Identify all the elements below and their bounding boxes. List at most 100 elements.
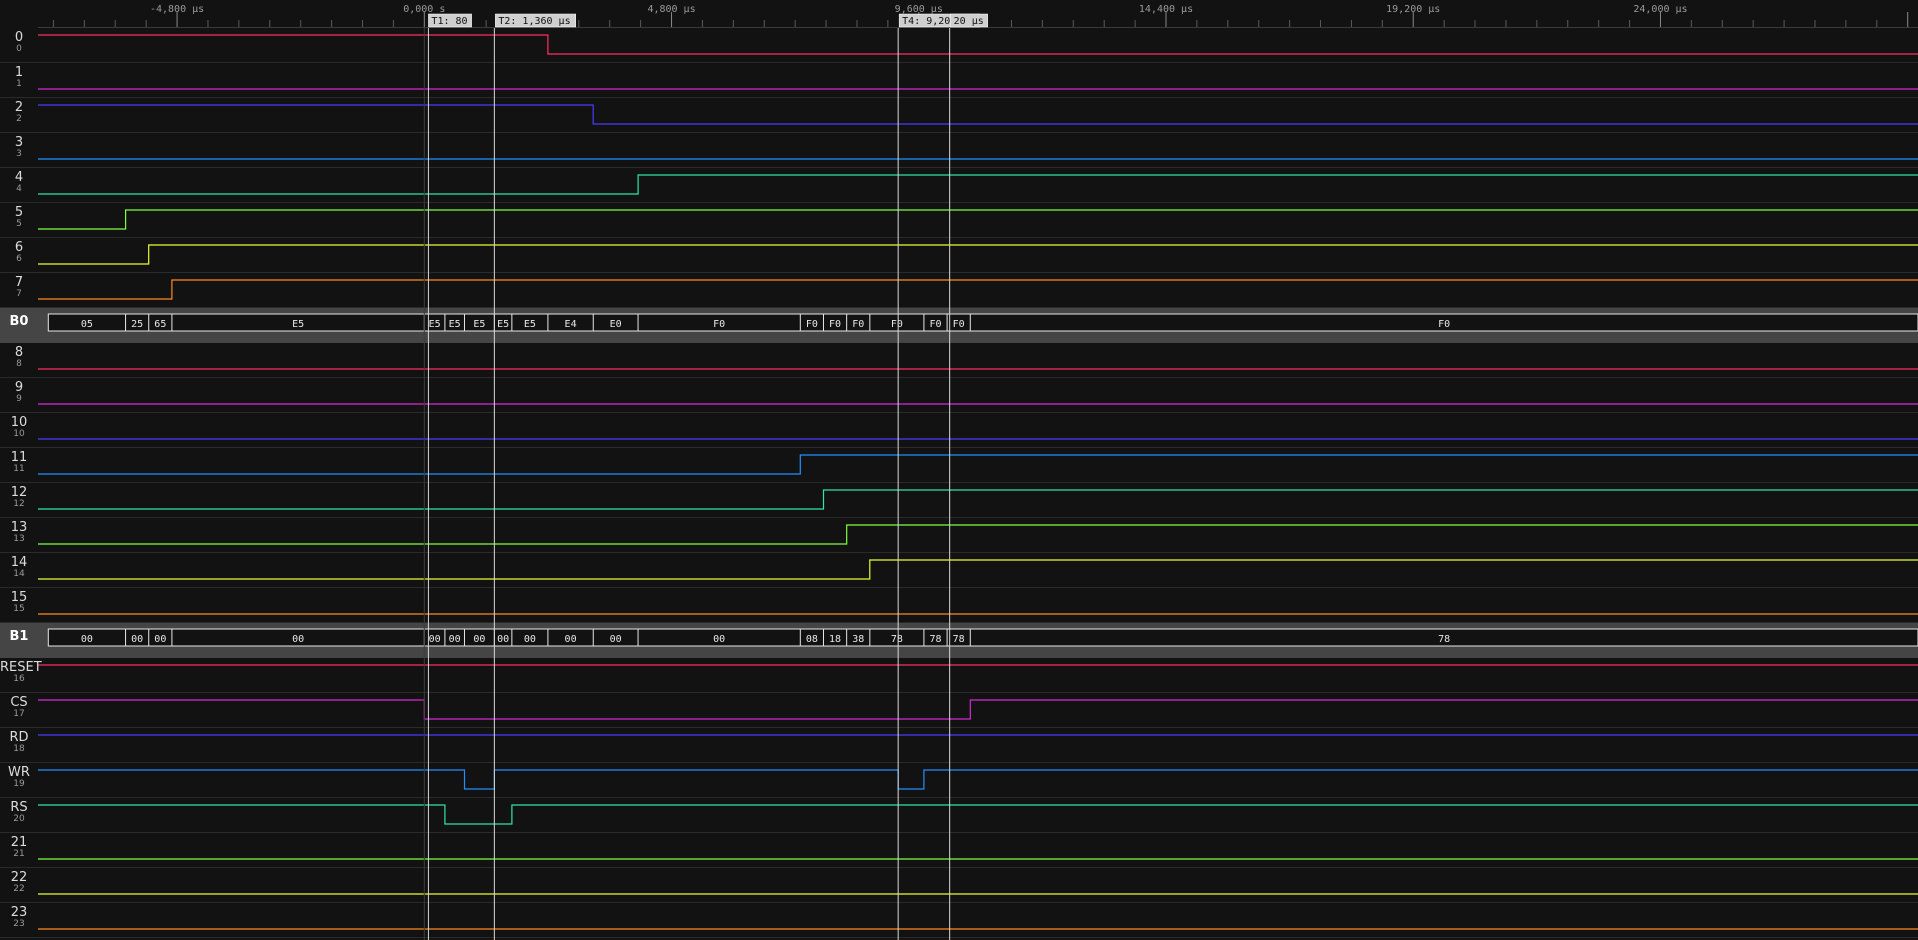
bus-value[interactable]: F0: [891, 319, 903, 330]
bus-value[interactable]: 00: [449, 634, 461, 645]
channel-label-9[interactable]: 99: [0, 381, 38, 404]
channel-label-rs[interactable]: RS 20: [0, 801, 38, 824]
bus-value[interactable]: 78: [929, 634, 941, 645]
channel-label-8[interactable]: 88: [0, 346, 38, 369]
channel-name: 21: [10, 835, 28, 850]
channel-index: 12: [13, 499, 25, 509]
channel-label-13[interactable]: 13 13: [0, 521, 38, 544]
channel-name: 1: [14, 65, 24, 80]
bus-value[interactable]: 00: [154, 634, 166, 645]
bus-value[interactable]: E5: [292, 319, 304, 330]
bus-value[interactable]: 00: [81, 634, 93, 645]
bus-value[interactable]: E5: [473, 319, 485, 330]
channel-index: 22: [13, 884, 25, 894]
bus-value[interactable]: F0: [929, 319, 941, 330]
channel-name: CS: [10, 695, 28, 710]
bus-value[interactable]: F0: [713, 319, 725, 330]
channel-name: 5: [14, 205, 24, 220]
bus-value[interactable]: 38: [852, 634, 864, 645]
channel-index: 1: [16, 79, 22, 89]
channel-index: 18: [13, 744, 25, 754]
bus-value[interactable]: E0: [610, 319, 622, 330]
bus-value[interactable]: 65: [154, 319, 166, 330]
bus-value[interactable]: 00: [565, 634, 577, 645]
bus-frame: [47, 313, 1918, 332]
bus-value[interactable]: E5: [497, 319, 509, 330]
bus-value[interactable]: 18: [829, 634, 841, 645]
channel-label-b0[interactable]: B0: [0, 315, 38, 328]
channel-label-2[interactable]: 22: [0, 101, 38, 124]
channel-label-11[interactable]: 11 11: [0, 451, 38, 474]
bus-value[interactable]: 08: [806, 634, 818, 645]
cursor-flag-label: T1: 80: [431, 16, 467, 27]
trace-14: [38, 559, 1918, 580]
channel-label-reset[interactable]: RESET 16: [0, 661, 42, 684]
time-ruler[interactable]: -4,800 µs 0,000 s 4,800 µs 9,600 µs 14,400 µ…: [0, 0, 1918, 28]
waveform-area[interactable]: 05 25 65 E5 E5 E5 E5 E5 E5 E4 E0 F0 F0 F0 F0 F0 F0 F0 F000…: [0, 0, 1918, 940]
channel-label-rd[interactable]: RD 18: [0, 731, 38, 754]
bus-value[interactable]: 00: [497, 634, 509, 645]
channel-label-12[interactable]: 12 12: [0, 486, 38, 509]
channel-name: B1: [9, 629, 29, 644]
channel-label-3[interactable]: 33: [0, 136, 38, 159]
bus-value[interactable]: 00: [713, 634, 725, 645]
channel-label-0[interactable]: 00: [0, 31, 38, 54]
cursor-flag-label: 20 µs: [954, 16, 984, 27]
channel-label-wr[interactable]: WR 19: [0, 766, 38, 789]
channel-label-21[interactable]: 21 21: [0, 836, 38, 859]
channel-label-cs[interactable]: CS 17: [0, 696, 38, 719]
channel-name: 9: [14, 380, 24, 395]
bus-value[interactable]: 00: [131, 634, 143, 645]
bus-value[interactable]: 00: [610, 634, 622, 645]
bus-value[interactable]: F0: [852, 319, 864, 330]
ruler-time-label: 4,800 µs: [647, 4, 695, 15]
trace-rs: [38, 804, 1918, 825]
bus-value[interactable]: F0: [806, 319, 818, 330]
bus-value[interactable]: E5: [429, 319, 441, 330]
bus-frame: [47, 628, 1918, 647]
trace-2: [38, 104, 1918, 125]
channel-index: 8: [16, 359, 22, 369]
bus-value[interactable]: 78: [953, 634, 965, 645]
trace-wr: [38, 769, 1918, 790]
channel-label-4[interactable]: 44: [0, 171, 38, 194]
bus-value[interactable]: F0: [1438, 319, 1450, 330]
bus-value[interactable]: 00: [292, 634, 304, 645]
trace-13: [38, 524, 1918, 545]
bus-value[interactable]: 00: [429, 634, 441, 645]
channel-name: WR: [8, 765, 30, 780]
channel-label-6[interactable]: 66: [0, 241, 38, 264]
bus-value[interactable]: 78: [1438, 634, 1450, 645]
channel-label-23[interactable]: 23 23: [0, 906, 38, 929]
trace-7: [38, 279, 1918, 300]
channel-index: 14: [13, 569, 25, 579]
ruler-time-label: 9,600 µs: [895, 4, 943, 15]
trace-5: [38, 209, 1918, 230]
channel-name: B0: [9, 314, 29, 329]
channel-label-10[interactable]: 10 10: [0, 416, 38, 439]
channel-name: 12: [10, 485, 28, 500]
channel-name: 11: [10, 450, 28, 465]
trace-cs: [38, 699, 1918, 720]
channel-name: 15: [10, 590, 28, 605]
channel-label-7[interactable]: 77: [0, 276, 38, 299]
bus-value[interactable]: E5: [524, 319, 536, 330]
channel-label-5[interactable]: 55: [0, 206, 38, 229]
bus-value[interactable]: E4: [565, 319, 577, 330]
channel-label-b1[interactable]: B1: [0, 630, 38, 643]
bus-value[interactable]: E5: [449, 319, 461, 330]
bus-value[interactable]: 25: [131, 319, 143, 330]
bus-value[interactable]: F0: [953, 319, 965, 330]
bus-value[interactable]: 00: [524, 634, 536, 645]
bus-value[interactable]: 00: [473, 634, 485, 645]
channel-label-14[interactable]: 14 14: [0, 556, 38, 579]
bus-value[interactable]: 05: [81, 319, 93, 330]
channel-label-1[interactable]: 11: [0, 66, 38, 89]
channel-index: 2: [16, 114, 22, 124]
channel-index: 17: [13, 709, 25, 719]
bus-value[interactable]: F0: [829, 319, 841, 330]
channel-label-15[interactable]: 15 15: [0, 591, 38, 614]
channel-label-22[interactable]: 22 22: [0, 871, 38, 894]
bus-value[interactable]: 78: [891, 634, 903, 645]
channel-name: 3: [14, 135, 24, 150]
